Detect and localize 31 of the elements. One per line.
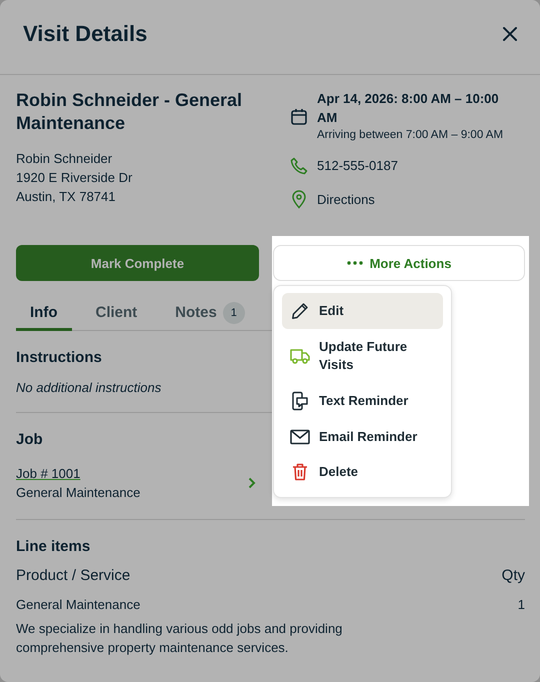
job-title: General Maintenance: [16, 484, 140, 502]
column-header: Qty: [502, 567, 525, 584]
arrival-window-text: Arriving between 7:00 AM – 9:00 AM: [317, 128, 504, 143]
menu-item[interactable]: Email Reminder: [282, 420, 443, 454]
item-quantity: 1: [518, 597, 525, 612]
client-address-line: 1920 E Riverside Dr: [16, 169, 134, 187]
job-link[interactable]: Job # 1001: [16, 466, 80, 481]
menu-item[interactable]: Update Future Visits: [282, 330, 443, 382]
menu-item[interactable]: Edit: [282, 293, 443, 329]
item-description: We specialize in handling various odd jobs and providing comprehensive property maintenance services.: [16, 620, 344, 657]
mark-complete-button[interactable]: Mark Complete: [16, 245, 259, 281]
column-header: Product / Service: [16, 567, 130, 584]
instructions-text: No additional instructions: [16, 380, 162, 395]
directions-link[interactable]: Directions: [317, 190, 375, 208]
menu-item[interactable]: Delete: [282, 455, 443, 489]
more-actions-button[interactable]: More Actions: [273, 245, 525, 281]
section-heading: Line items: [16, 538, 90, 556]
tab[interactable]: Info: [16, 297, 72, 331]
phone-link[interactable]: 512-555-0187: [317, 156, 398, 175]
tab[interactable]: Notes 1: [161, 297, 259, 331]
visit-title: Robin Schneider - General Maintenance: [16, 89, 244, 135]
tab[interactable]: Client: [82, 297, 152, 331]
client-address-line: Robin Schneider: [16, 150, 114, 168]
section-heading: Instructions: [16, 349, 102, 367]
menu-item[interactable]: Text Reminder: [282, 383, 443, 419]
schedule-text: Apr 14, 2026: 8:00 AM – 10:00 AM: [317, 90, 500, 127]
dialog-title: Visit Details: [23, 21, 148, 47]
count-badge: 1: [222, 302, 245, 324]
client-address-line: Austin, TX 78741: [16, 188, 116, 206]
section-heading: Job: [16, 431, 43, 449]
item-name: General Maintenance: [16, 597, 140, 612]
